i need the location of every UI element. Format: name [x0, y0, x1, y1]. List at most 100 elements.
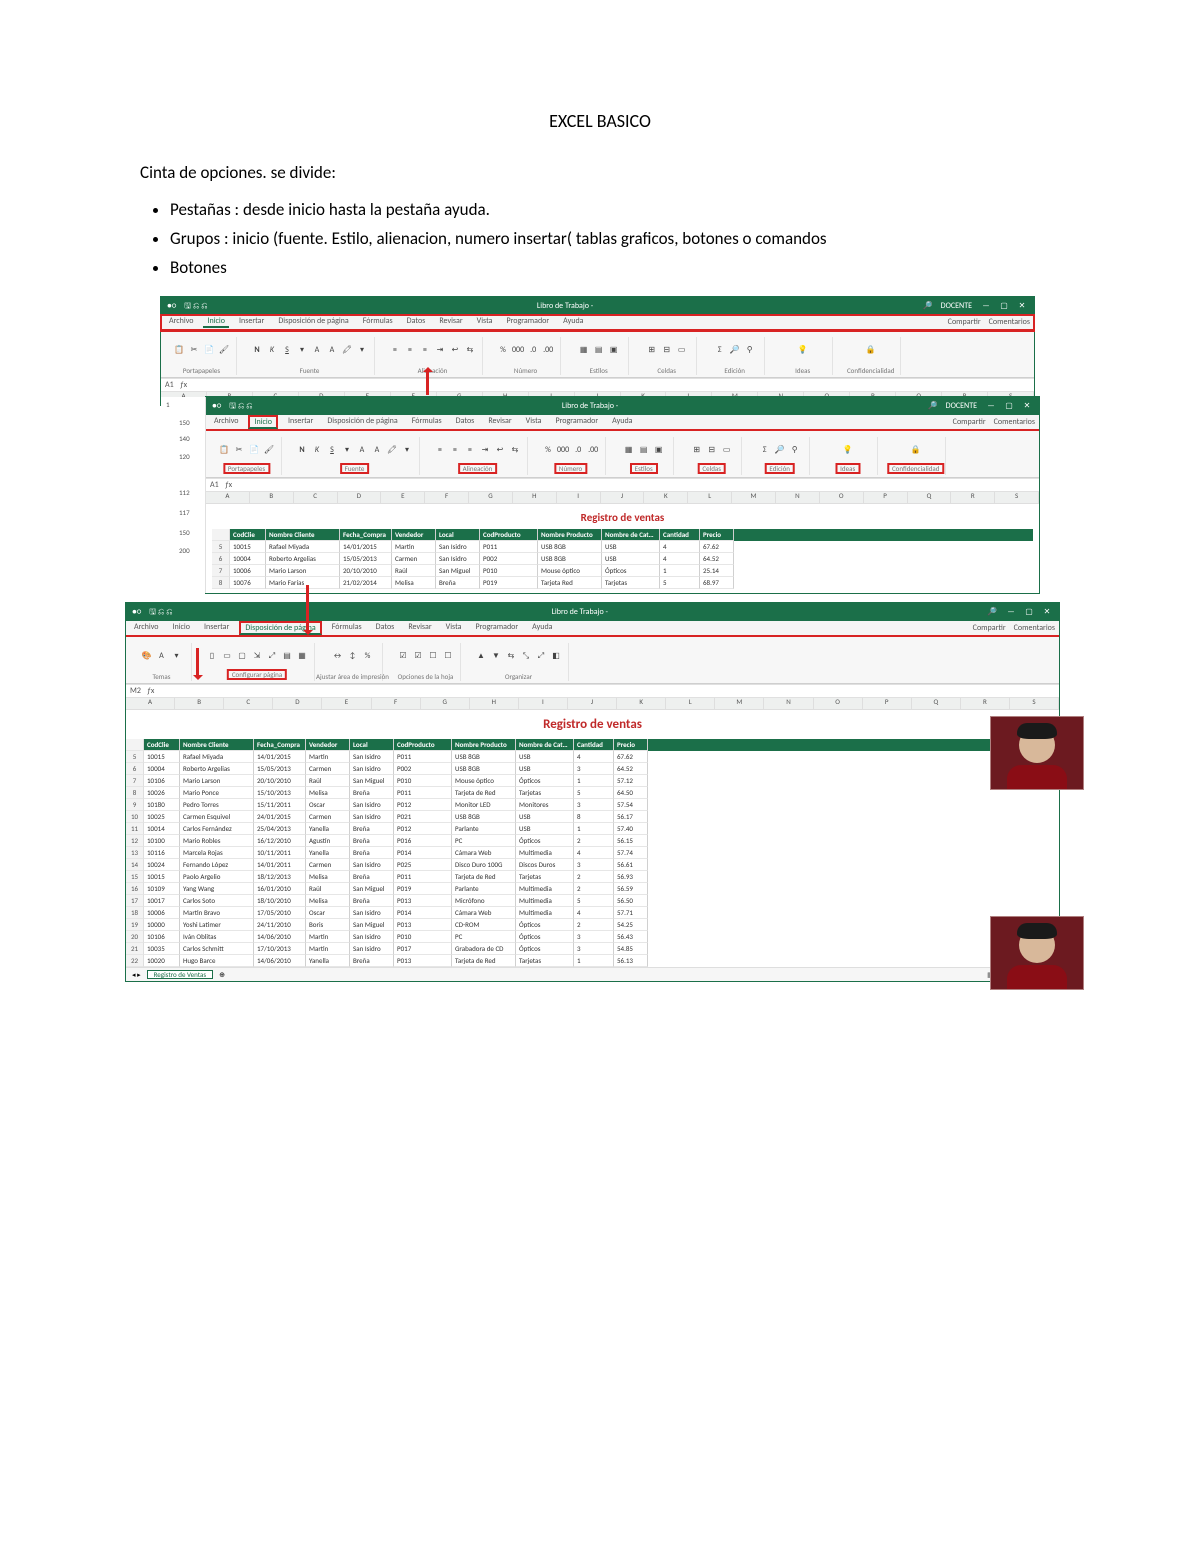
column-header[interactable]: K: [617, 698, 666, 709]
table-cell[interactable]: 14/01/2011: [254, 859, 306, 871]
ribbon-icon[interactable]: ▤: [638, 446, 650, 454]
table-cell[interactable]: Melisa: [392, 577, 436, 589]
ribbon-icon[interactable]: ↩: [449, 346, 461, 354]
table-cell[interactable]: Oscar: [306, 799, 350, 811]
table-cell[interactable]: 25.14: [700, 565, 734, 577]
column-header[interactable]: H: [470, 698, 519, 709]
table-cell[interactable]: Monitores: [516, 799, 574, 811]
table-cell[interactable]: 10035: [144, 943, 180, 955]
search-box[interactable]: 🔎: [987, 608, 997, 616]
table-cell[interactable]: 57.54: [614, 799, 648, 811]
minimize-button[interactable]: —: [985, 402, 997, 410]
ribbon-icon[interactable]: ⇆: [464, 346, 476, 354]
table-cell[interactable]: 10109: [144, 883, 180, 895]
table-row[interactable]: 1910000Yoshi Latimer24/11/2010BorisSan M…: [126, 919, 1059, 931]
ribbon-icon[interactable]: 📄: [248, 446, 260, 454]
table-cell[interactable]: Breña: [350, 871, 394, 883]
close-button[interactable]: ✕: [1021, 402, 1033, 410]
column-header[interactable]: D: [273, 698, 322, 709]
table-cell[interactable]: P019: [394, 883, 452, 895]
ribbon-icon[interactable]: ▦: [578, 346, 590, 354]
table-row[interactable]: 1710017Carlos Soto18/10/2010MelisaBreñaP…: [126, 895, 1059, 907]
table-cell[interactable]: 2: [574, 919, 614, 931]
ribbon-icon[interactable]: 📄: [203, 346, 215, 354]
ribbon-tab-fórmulas[interactable]: Fórmulas: [359, 316, 397, 328]
table-cell[interactable]: P013: [394, 919, 452, 931]
column-headers[interactable]: ABCDEFGHIJKLMNOPQRS: [206, 492, 1039, 504]
ribbon-icon[interactable]: ≡: [404, 346, 416, 354]
table-cell[interactable]: 3: [574, 859, 614, 871]
table-cell[interactable]: Multimedia: [516, 883, 574, 895]
table-cell[interactable]: 10006: [230, 565, 266, 577]
table-cell[interactable]: CD-ROM: [452, 919, 516, 931]
table-cell[interactable]: USB: [516, 811, 574, 823]
column-header[interactable]: H: [513, 492, 557, 503]
table-cell[interactable]: Raúl: [306, 883, 350, 895]
table-header[interactable]: Nombre Producto: [452, 739, 516, 751]
column-header[interactable]: C: [294, 492, 338, 503]
ribbon-icon[interactable]: ▾: [356, 346, 368, 354]
table-cell[interactable]: 56.13: [614, 955, 648, 967]
table-cell[interactable]: 18/12/2013: [254, 871, 306, 883]
column-header[interactable]: K: [644, 492, 688, 503]
ribbon-icon[interactable]: ▭: [721, 446, 733, 454]
table-cell[interactable]: P010: [394, 775, 452, 787]
table-cell[interactable]: 1: [574, 823, 614, 835]
table-row[interactable]: 810076Mario Farías21/02/2014MelisaBreñaP…: [212, 577, 1033, 589]
table-row[interactable]: 1510015Paolo Argelio18/12/2013MelisaBreñ…: [126, 871, 1059, 883]
table-cell[interactable]: 10015: [144, 751, 180, 763]
column-header[interactable]: M: [715, 698, 764, 709]
table-cell[interactable]: 18/10/2010: [254, 895, 306, 907]
column-header[interactable]: R: [951, 492, 995, 503]
ribbon-icon[interactable]: 📋: [218, 446, 230, 454]
table-header[interactable]: Local: [436, 529, 480, 541]
table-cell[interactable]: 67.62: [614, 751, 648, 763]
table-cell[interactable]: P011: [394, 871, 452, 883]
table-cell[interactable]: 54.25: [614, 919, 648, 931]
formula-bar[interactable]: A1ƒx: [161, 378, 1034, 392]
formula-bar[interactable]: A1ƒx: [206, 478, 1039, 492]
table-cell[interactable]: USB: [516, 823, 574, 835]
table-cell[interactable]: 57.74: [614, 847, 648, 859]
table-cell[interactable]: Micrófono: [452, 895, 516, 907]
table-cell[interactable]: Yang Wang: [180, 883, 254, 895]
name-box[interactable]: M2: [130, 687, 141, 695]
ribbon-icon[interactable]: .00: [542, 346, 554, 354]
table-row[interactable]: 2110035Carlos Schmitt17/10/2013MartinSan…: [126, 943, 1059, 955]
ribbon-icon[interactable]: ▯: [206, 652, 218, 660]
table-cell[interactable]: 25/04/2013: [254, 823, 306, 835]
ribbon-tab-ayuda[interactable]: Ayuda: [528, 622, 556, 634]
table-cell[interactable]: Melisa: [306, 895, 350, 907]
ribbon-icon[interactable]: ⇲: [251, 652, 263, 660]
table-row[interactable]: 1410024Fernando López14/01/2011CarmenSan…: [126, 859, 1059, 871]
table-cell[interactable]: 10004: [144, 763, 180, 775]
ribbon-icon[interactable]: ▢: [236, 652, 248, 660]
table-cell[interactable]: 5: [660, 577, 700, 589]
table-cell[interactable]: 20/10/2010: [254, 775, 306, 787]
search-box[interactable]: 🔎: [923, 302, 933, 310]
table-cell[interactable]: 2: [574, 871, 614, 883]
table-cell[interactable]: 10026: [144, 787, 180, 799]
table-cell[interactable]: Ópticos: [516, 919, 574, 931]
table-row[interactable]: 1010025Carmen Esquivel24/01/2015CarmenSa…: [126, 811, 1059, 823]
table-cell[interactable]: Tarjeta Red: [538, 577, 602, 589]
ribbon-icon[interactable]: ▾: [341, 446, 353, 454]
comments-button[interactable]: Comentarios: [989, 318, 1030, 326]
table-header[interactable]: Cantidad: [660, 529, 700, 541]
table-cell[interactable]: P017: [394, 943, 452, 955]
ribbon-icon[interactable]: A: [156, 652, 168, 660]
add-sheet-button[interactable]: ⊕: [219, 971, 225, 978]
column-header[interactable]: S: [1010, 698, 1059, 709]
quick-access[interactable]: 🖫 ⎌ ⎌: [149, 608, 172, 616]
table-cell[interactable]: Martin: [306, 943, 350, 955]
table-cell[interactable]: Mouse óptico: [452, 775, 516, 787]
table-cell[interactable]: 21/02/2014: [340, 577, 392, 589]
table-cell[interactable]: Tarjeta de Red: [452, 787, 516, 799]
table-cell[interactable]: Carlos Soto: [180, 895, 254, 907]
search-box[interactable]: 🔎: [928, 402, 938, 410]
table-cell[interactable]: Boris: [306, 919, 350, 931]
table-cell[interactable]: PC: [452, 931, 516, 943]
ribbon-icon[interactable]: 🔒: [865, 346, 877, 354]
ribbon-icon[interactable]: ↕: [347, 652, 359, 660]
ribbon-icon[interactable]: ▣: [608, 346, 620, 354]
